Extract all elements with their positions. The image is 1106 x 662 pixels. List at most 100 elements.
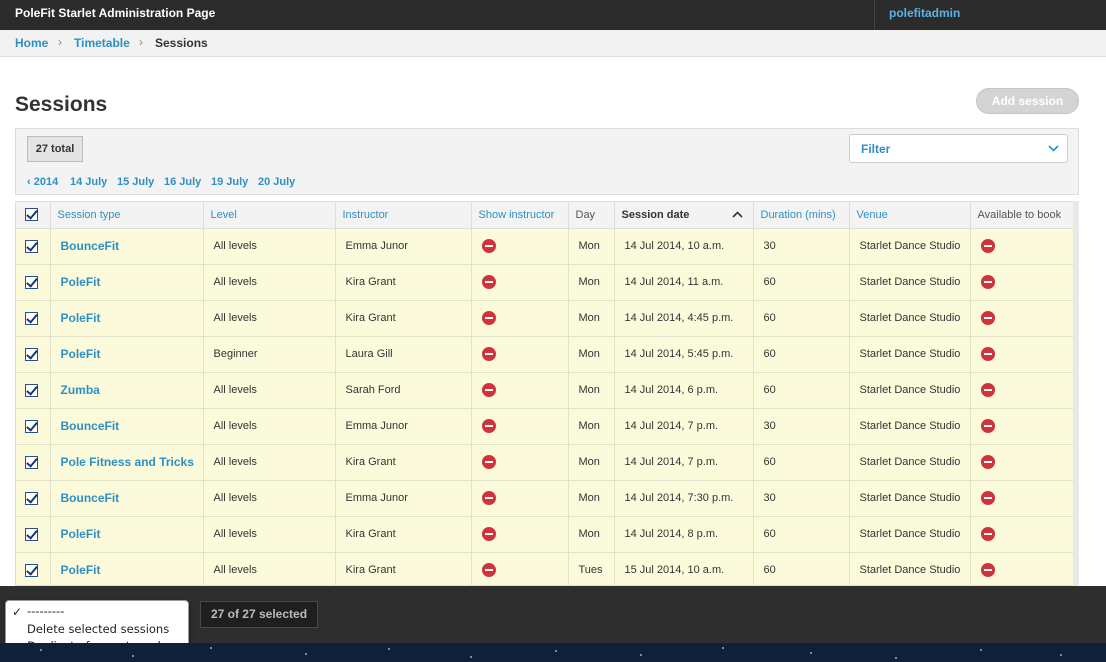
site-title: PoleFit Starlet Administration Page bbox=[15, 6, 216, 20]
row-checkbox[interactable] bbox=[16, 552, 51, 585]
duration-cell: 60 bbox=[753, 372, 850, 409]
date-nav-16-july[interactable]: 16 July bbox=[164, 176, 201, 188]
breadcrumb-timetable[interactable]: Timetable bbox=[74, 36, 130, 50]
breadcrumb-home[interactable]: Home bbox=[15, 36, 48, 50]
row-checkbox[interactable] bbox=[16, 408, 51, 445]
venue-cell: Starlet Dance Studio bbox=[849, 372, 971, 409]
session-type-cell: PoleFit bbox=[50, 516, 204, 553]
column-instructor[interactable]: Instructor bbox=[335, 202, 472, 229]
no-icon bbox=[481, 239, 496, 253]
filter-dropdown[interactable]: Filter bbox=[849, 134, 1068, 163]
date-nav-19-july[interactable]: 19 July bbox=[211, 176, 248, 188]
session-type-cell: PoleFit bbox=[50, 552, 204, 585]
instructor-cell: Kira Grant bbox=[335, 516, 472, 553]
table-row[interactable]: PoleFit All levels Kira Grant Tues 15 Jul 20… bbox=[16, 552, 1075, 585]
no-icon bbox=[980, 239, 995, 253]
sessions-table: Session type Level Instructor Show instr… bbox=[15, 201, 1079, 586]
session-type-link[interactable]: BounceFit bbox=[61, 491, 120, 505]
table-row[interactable]: PoleFit All levels Kira Grant Mon 14 Jul 201… bbox=[16, 264, 1075, 301]
session-type-link[interactable]: BounceFit bbox=[61, 239, 120, 253]
table-scrollbar[interactable] bbox=[1073, 201, 1079, 586]
instructor-cell: Sarah Ford bbox=[335, 372, 472, 409]
level-cell: All levels bbox=[203, 228, 336, 265]
instructor-cell: Kira Grant bbox=[335, 552, 472, 585]
row-checkbox[interactable] bbox=[16, 444, 51, 481]
sort-ascending-icon bbox=[731, 211, 743, 218]
column-day: Day bbox=[568, 202, 615, 229]
duration-cell: 60 bbox=[753, 300, 850, 337]
column-duration[interactable]: Duration (mins) bbox=[753, 202, 850, 229]
show-instructor-cell bbox=[471, 480, 569, 517]
level-cell: All levels bbox=[203, 264, 336, 301]
table-row[interactable]: BounceFit All levels Emma Junor Mon 14 Jul 2… bbox=[16, 408, 1075, 445]
day-cell: Mon bbox=[568, 444, 615, 481]
available-to-book-cell bbox=[970, 372, 1075, 409]
venue-cell: Starlet Dance Studio bbox=[849, 444, 971, 481]
breadcrumb-separator-icon: › bbox=[139, 35, 143, 49]
footer-background bbox=[0, 643, 1106, 662]
date-nav-prev-year[interactable]: ‹ 2014 bbox=[27, 176, 58, 188]
action-option-blank[interactable]: --------- bbox=[27, 604, 64, 618]
no-icon bbox=[980, 455, 995, 469]
checkbox-checked-icon bbox=[25, 347, 38, 361]
table-row[interactable]: PoleFit All levels Kira Grant Mon 14 Jul 201… bbox=[16, 516, 1075, 553]
table-row[interactable]: BounceFit All levels Emma Junor Mon 14 Jul 2… bbox=[16, 480, 1075, 517]
row-checkbox[interactable] bbox=[16, 516, 51, 553]
session-type-link[interactable]: PoleFit bbox=[61, 311, 101, 325]
day-cell: Mon bbox=[568, 372, 615, 409]
checkbox-checked-icon bbox=[25, 383, 38, 397]
column-session-type[interactable]: Session type bbox=[50, 202, 204, 229]
no-icon bbox=[481, 419, 496, 433]
session-type-link[interactable]: Pole Fitness and Tricks bbox=[61, 455, 194, 469]
instructor-cell: Kira Grant bbox=[335, 300, 472, 337]
date-nav-20-july[interactable]: 20 July bbox=[258, 176, 295, 188]
day-cell: Mon bbox=[568, 408, 615, 445]
no-icon bbox=[481, 383, 496, 397]
table-row[interactable]: PoleFit All levels Kira Grant Mon 14 Jul 201… bbox=[16, 300, 1075, 337]
table-row[interactable]: Pole Fitness and Tricks All levels Kira Gr… bbox=[16, 444, 1075, 481]
column-level[interactable]: Level bbox=[203, 202, 336, 229]
column-show-instructor[interactable]: Show instructor bbox=[471, 202, 569, 229]
duration-cell: 30 bbox=[753, 228, 850, 265]
row-checkbox[interactable] bbox=[16, 336, 51, 373]
select-all-checkbox[interactable] bbox=[16, 202, 51, 229]
session-type-link[interactable]: PoleFit bbox=[61, 347, 101, 361]
duration-cell: 60 bbox=[753, 264, 850, 301]
available-to-book-cell bbox=[970, 444, 1075, 481]
username-link[interactable]: polefitadmin bbox=[889, 6, 960, 20]
instructor-cell: Emma Junor bbox=[335, 408, 472, 445]
row-checkbox[interactable] bbox=[16, 372, 51, 409]
top-header: PoleFit Starlet Administration Page pole… bbox=[0, 0, 1106, 30]
user-menu[interactable]: polefitadmin bbox=[874, 0, 1106, 30]
session-type-link[interactable]: PoleFit bbox=[61, 563, 101, 577]
row-checkbox[interactable] bbox=[16, 228, 51, 265]
checkbox-checked-icon bbox=[25, 455, 38, 469]
available-to-book-cell bbox=[970, 336, 1075, 373]
row-checkbox[interactable] bbox=[16, 480, 51, 517]
selected-count-label: 27 of 27 selected bbox=[200, 601, 318, 628]
session-type-link[interactable]: PoleFit bbox=[61, 275, 101, 289]
session-type-link[interactable]: Zumba bbox=[61, 383, 100, 397]
date-nav-15-july[interactable]: 15 July bbox=[117, 176, 154, 188]
row-checkbox[interactable] bbox=[16, 300, 51, 337]
add-session-button[interactable]: Add session bbox=[976, 88, 1079, 114]
table-row[interactable]: Zumba All levels Sarah Ford Mon 14 Jul 2014,… bbox=[16, 372, 1075, 409]
row-checkbox[interactable] bbox=[16, 264, 51, 301]
level-cell: All levels bbox=[203, 552, 336, 585]
session-date-cell: 14 Jul 2014, 5:45 p.m. bbox=[614, 336, 754, 373]
available-to-book-cell bbox=[970, 408, 1075, 445]
table-row[interactable]: PoleFit Beginner Laura Gill Mon 14 Jul 2014,… bbox=[16, 336, 1075, 373]
page-title: Sessions bbox=[15, 93, 108, 116]
show-instructor-cell bbox=[471, 300, 569, 337]
level-cell: All levels bbox=[203, 480, 336, 517]
no-icon bbox=[980, 527, 995, 541]
table-row[interactable]: BounceFit All levels Emma Junor Mon 14 Jul 2… bbox=[16, 228, 1075, 265]
action-option-delete[interactable]: Delete selected sessions bbox=[27, 622, 169, 636]
date-nav-14-july[interactable]: 14 July bbox=[70, 176, 107, 188]
column-session-date[interactable]: Session date bbox=[614, 202, 754, 229]
session-type-link[interactable]: BounceFit bbox=[61, 419, 120, 433]
available-to-book-cell bbox=[970, 300, 1075, 337]
column-venue[interactable]: Venue bbox=[849, 202, 971, 229]
day-cell: Tues bbox=[568, 552, 615, 585]
session-type-link[interactable]: PoleFit bbox=[61, 527, 101, 541]
